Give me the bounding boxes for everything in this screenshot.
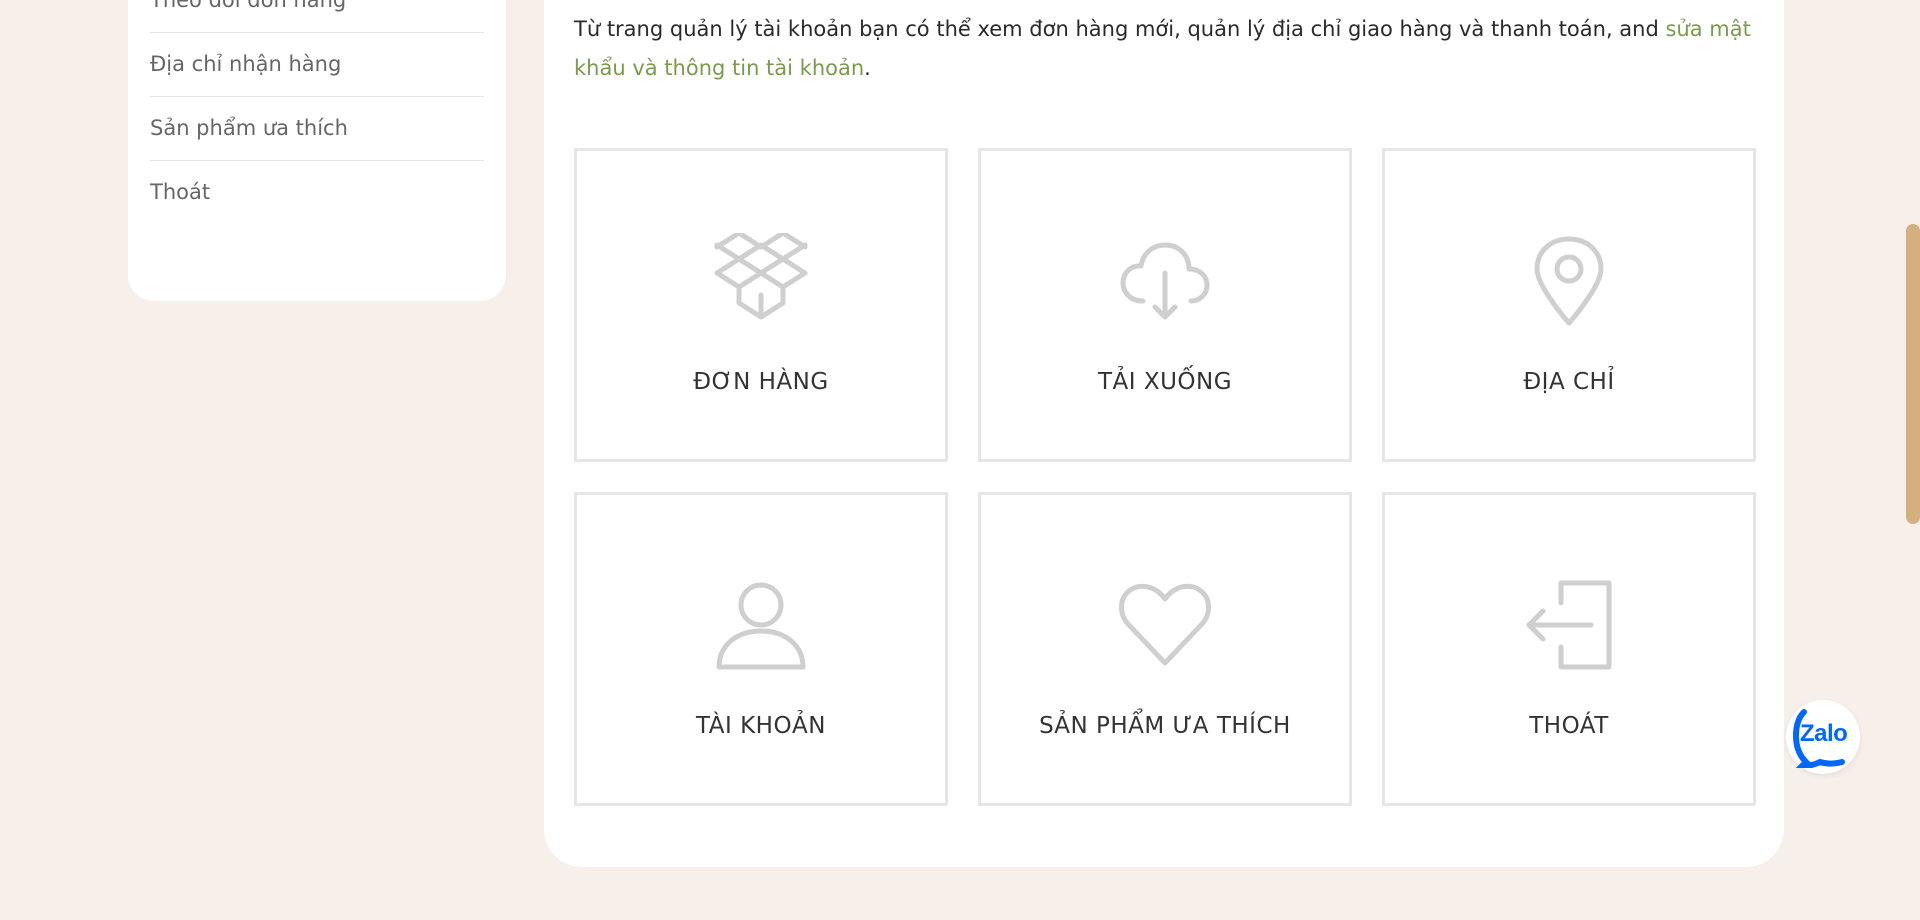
account-dashboard: Từ trang quản lý tài khoản bạn có thể xe… [544, 0, 1784, 867]
tile-wishlist-label: SẢN PHẨM ƯA THÍCH [1039, 713, 1291, 739]
tile-logout-label: THOÁT [1529, 713, 1609, 739]
sidebar-item-logout[interactable]: Thoát [150, 160, 484, 224]
tile-downloads-label: TẢI XUỐNG [1097, 369, 1233, 395]
zalo-chat-button[interactable]: Zalo [1786, 700, 1860, 774]
logout-icon [1521, 577, 1617, 673]
user-icon [713, 577, 809, 673]
heart-icon [1117, 577, 1213, 673]
sidebar-item-shipping-address[interactable]: Địa chỉ nhận hàng [150, 32, 484, 97]
sidebar-item-order-tracking[interactable]: Theo dõi đơn hàng [150, 0, 484, 33]
sidebar-menu: Theo dõi đơn hàng Địa chỉ nhận hàng Sản … [150, 0, 484, 224]
tile-orders[interactable]: ĐƠN HÀNG [574, 148, 948, 462]
sidebar-item-wishlist[interactable]: Sản phẩm ưa thích [150, 96, 484, 161]
tile-logout[interactable]: THOÁT [1382, 492, 1756, 806]
box-icon [713, 233, 809, 329]
tile-downloads[interactable]: TẢI XUỐNG [978, 148, 1352, 462]
map-pin-icon [1521, 233, 1617, 329]
tile-account-label: TÀI KHOẢN [695, 713, 826, 739]
scrollbar-thumb[interactable] [1906, 224, 1920, 524]
tile-addresses-label: ĐỊA CHỈ [1523, 369, 1615, 395]
tile-wishlist[interactable]: SẢN PHẨM ƯA THÍCH [978, 492, 1352, 806]
account-sidebar: Theo dõi đơn hàng Địa chỉ nhận hàng Sản … [128, 0, 506, 301]
tile-orders-label: ĐƠN HÀNG [693, 369, 829, 395]
page: Theo dõi đơn hàng Địa chỉ nhận hàng Sản … [0, 0, 1920, 920]
intro-text: Từ trang quản lý tài khoản bạn có thể xe… [574, 10, 1764, 88]
tile-account[interactable]: TÀI KHOẢN [574, 492, 948, 806]
dashboard-tiles: ĐƠN HÀNG TẢI XUỐNG ĐỊA CHỈ TÀI KHOẢN SẢN… [574, 148, 1756, 806]
cloud-download-icon [1117, 233, 1213, 329]
tile-addresses[interactable]: ĐỊA CHỈ [1382, 148, 1756, 462]
zalo-label: Zalo [1800, 720, 1848, 747]
intro-text-end: . [864, 56, 871, 80]
intro-text-body: Từ trang quản lý tài khoản bạn có thể xe… [574, 17, 1666, 41]
